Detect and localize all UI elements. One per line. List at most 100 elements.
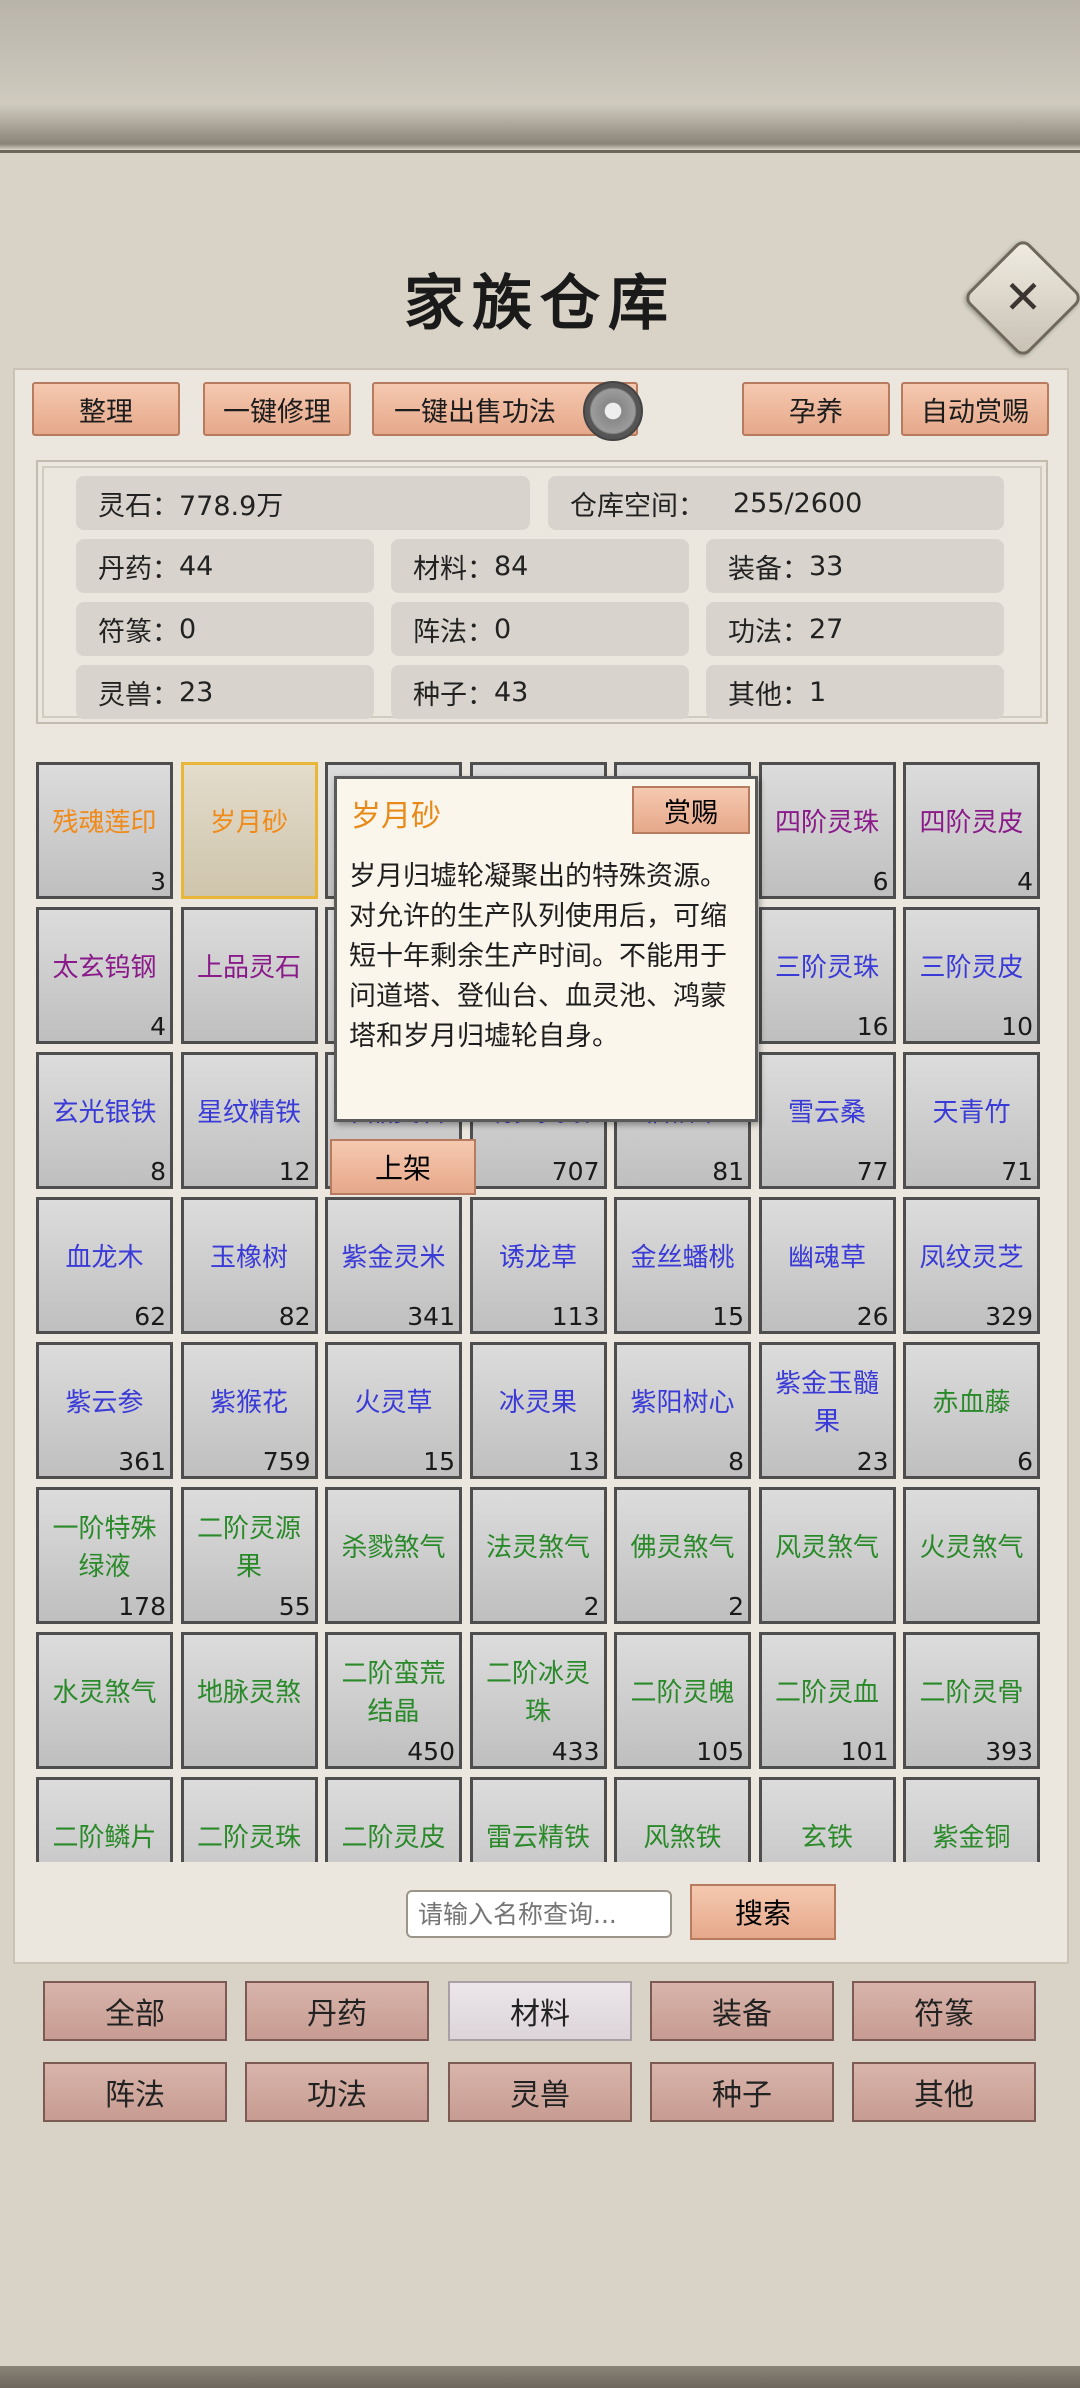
item-cell[interactable]: 玄光银铁 8 xyxy=(36,1052,173,1189)
item-cell[interactable]: 紫金灵米 341 xyxy=(325,1197,462,1334)
item-cell[interactable]: 火灵煞气 xyxy=(903,1487,1040,1624)
item-name: 二阶蛮荒结晶 xyxy=(341,1658,446,1727)
stat-beasts: 灵兽： 23 xyxy=(76,665,374,719)
item-cell[interactable]: 诱龙草 113 xyxy=(469,1197,607,1334)
item-cell[interactable]: 上品灵石 xyxy=(180,907,318,1044)
tab-all[interactable]: 全部 xyxy=(43,1981,227,2041)
tab-materials[interactable]: 材料 xyxy=(448,1981,632,2041)
item-cell[interactable]: 天青竹 71 xyxy=(903,1052,1040,1189)
item-count: 15 xyxy=(712,1302,744,1331)
stat-value: 27 xyxy=(809,613,844,645)
item-cell[interactable]: 紫猴花 759 xyxy=(180,1342,318,1479)
item-name: 风灵煞气 xyxy=(774,1532,879,1563)
item-name: 玄铁 xyxy=(800,1822,853,1853)
close-icon: ✕ xyxy=(1003,270,1043,324)
item-cell[interactable]: 赤血藤 6 xyxy=(903,1342,1040,1479)
nurture-button[interactable]: 孕养 xyxy=(742,382,890,436)
item-cell[interactable]: 四阶灵珠 6 xyxy=(758,762,896,899)
item-cell[interactable]: 水灵煞气 xyxy=(36,1632,173,1769)
item-cell[interactable]: 法灵煞气 2 xyxy=(469,1487,607,1624)
item-cell[interactable]: 二阶灵骨 393 xyxy=(903,1632,1040,1769)
item-count: 433 xyxy=(551,1737,600,1766)
item-cell[interactable]: 二阶灵血 101 xyxy=(758,1632,896,1769)
page-title: 家族仓库 xyxy=(404,269,676,339)
tab-techniques[interactable]: 功法 xyxy=(245,2062,429,2122)
item-cell[interactable]: 二阶灵魄 105 xyxy=(614,1632,751,1769)
item-name: 岁月砂 xyxy=(209,807,288,838)
item-cell[interactable]: 杀戮煞气 xyxy=(325,1487,462,1624)
item-cell[interactable]: 一阶特殊绿液 178 xyxy=(36,1487,173,1624)
item-cell[interactable]: 凤纹灵芝 329 xyxy=(903,1197,1040,1334)
item-cell[interactable]: 风煞铁 xyxy=(614,1777,751,1862)
stat-label: 装备： xyxy=(728,553,809,585)
item-cell[interactable]: 二阶蛮荒结晶 450 xyxy=(325,1632,462,1769)
item-name: 三阶灵珠 xyxy=(774,952,879,983)
item-cell[interactable]: 二阶鳞片 xyxy=(36,1777,173,1862)
auto-reward-button[interactable]: 自动赏赐 xyxy=(901,382,1049,436)
item-cell[interactable]: 雪云桑 77 xyxy=(758,1052,896,1189)
item-cell[interactable]: 地脉灵煞 xyxy=(180,1632,318,1769)
item-count: 3 xyxy=(150,867,166,896)
item-cell[interactable]: 二阶灵皮 xyxy=(325,1777,462,1862)
item-cell[interactable]: 二阶灵源果 55 xyxy=(180,1487,318,1624)
tab-formations[interactable]: 阵法 xyxy=(43,2062,227,2122)
item-cell[interactable]: 风灵煞气 xyxy=(758,1487,896,1624)
item-name: 杀戮煞气 xyxy=(341,1532,446,1563)
item-cell[interactable]: 玉橡树 82 xyxy=(180,1197,318,1334)
item-cell[interactable]: 冰灵果 13 xyxy=(469,1342,607,1479)
item-count: 341 xyxy=(407,1302,455,1331)
item-cell[interactable]: 佛灵煞气 2 xyxy=(614,1487,751,1624)
storage-space-stat: 仓库空间： 255/2600 xyxy=(548,476,1004,530)
item-cell[interactable]: 金丝蟠桃 15 xyxy=(614,1197,751,1334)
item-cell[interactable]: 三阶灵珠 16 xyxy=(758,907,896,1044)
item-count: 15 xyxy=(423,1447,455,1476)
item-count: 62 xyxy=(134,1302,166,1331)
item-cell[interactable]: 太玄钨钢 4 xyxy=(36,907,173,1044)
item-cell[interactable]: 幽魂草 26 xyxy=(758,1197,896,1334)
reward-button[interactable]: 赏赐 xyxy=(632,786,750,834)
item-cell[interactable]: 雷云精铁 xyxy=(469,1777,607,1862)
tab-equipment[interactable]: 装备 xyxy=(650,1981,834,2041)
item-cell[interactable]: 紫阳树心 8 xyxy=(614,1342,751,1479)
tab-beasts[interactable]: 灵兽 xyxy=(448,2062,632,2122)
item-name: 三阶灵皮 xyxy=(919,952,1024,983)
search-input[interactable] xyxy=(406,1890,672,1938)
item-cell[interactable]: 血龙木 62 xyxy=(36,1197,173,1334)
search-button[interactable]: 搜索 xyxy=(690,1884,836,1940)
list-on-shelf-button[interactable]: 上架 xyxy=(330,1139,476,1195)
item-count: 105 xyxy=(696,1737,744,1766)
stat-talismans: 符篆： 0 xyxy=(76,602,374,656)
item-name: 水灵煞气 xyxy=(52,1677,157,1708)
tab-seeds[interactable]: 种子 xyxy=(650,2062,834,2122)
stat-label: 丹药： xyxy=(98,553,179,585)
item-name: 四阶灵皮 xyxy=(919,807,1024,838)
item-cell[interactable]: 三阶灵皮 10 xyxy=(903,907,1040,1044)
stat-label: 阵法： xyxy=(413,616,494,648)
stat-value: 84 xyxy=(494,550,529,582)
item-cell[interactable]: 残魂莲印 3 xyxy=(36,762,173,899)
item-name: 雪云桑 xyxy=(787,1097,866,1128)
item-cell[interactable]: 紫金铜 xyxy=(903,1777,1040,1862)
item-cell[interactable]: 岁月砂 xyxy=(180,762,318,899)
stat-value: 0 xyxy=(494,613,512,645)
item-count: 2 xyxy=(583,1592,600,1621)
item-cell[interactable]: 四阶灵皮 4 xyxy=(903,762,1040,899)
tab-pills[interactable]: 丹药 xyxy=(245,1981,429,2041)
item-cell[interactable]: 紫云参 361 xyxy=(36,1342,173,1479)
item-cell[interactable]: 玄铁 xyxy=(758,1777,896,1862)
item-cell[interactable]: 火灵草 15 xyxy=(325,1342,462,1479)
tab-others[interactable]: 其他 xyxy=(852,2062,1036,2122)
sort-button[interactable]: 整理 xyxy=(32,382,180,436)
item-name: 法灵煞气 xyxy=(485,1532,590,1563)
stat-value: 23 xyxy=(179,676,214,708)
tab-talismans[interactable]: 符篆 xyxy=(852,1981,1036,2041)
item-name: 二阶灵魄 xyxy=(630,1677,735,1708)
item-count: 16 xyxy=(856,1012,889,1041)
item-cell[interactable]: 星纹精铁 12 xyxy=(180,1052,318,1189)
gear-icon[interactable] xyxy=(583,381,643,441)
stat-value: 43 xyxy=(494,676,529,708)
item-cell[interactable]: 紫金玉髓果 23 xyxy=(758,1342,896,1479)
repair-all-button[interactable]: 一键修理 xyxy=(203,382,351,436)
item-cell[interactable]: 二阶冰灵珠 433 xyxy=(469,1632,607,1769)
item-cell[interactable]: 二阶灵珠 xyxy=(180,1777,318,1862)
